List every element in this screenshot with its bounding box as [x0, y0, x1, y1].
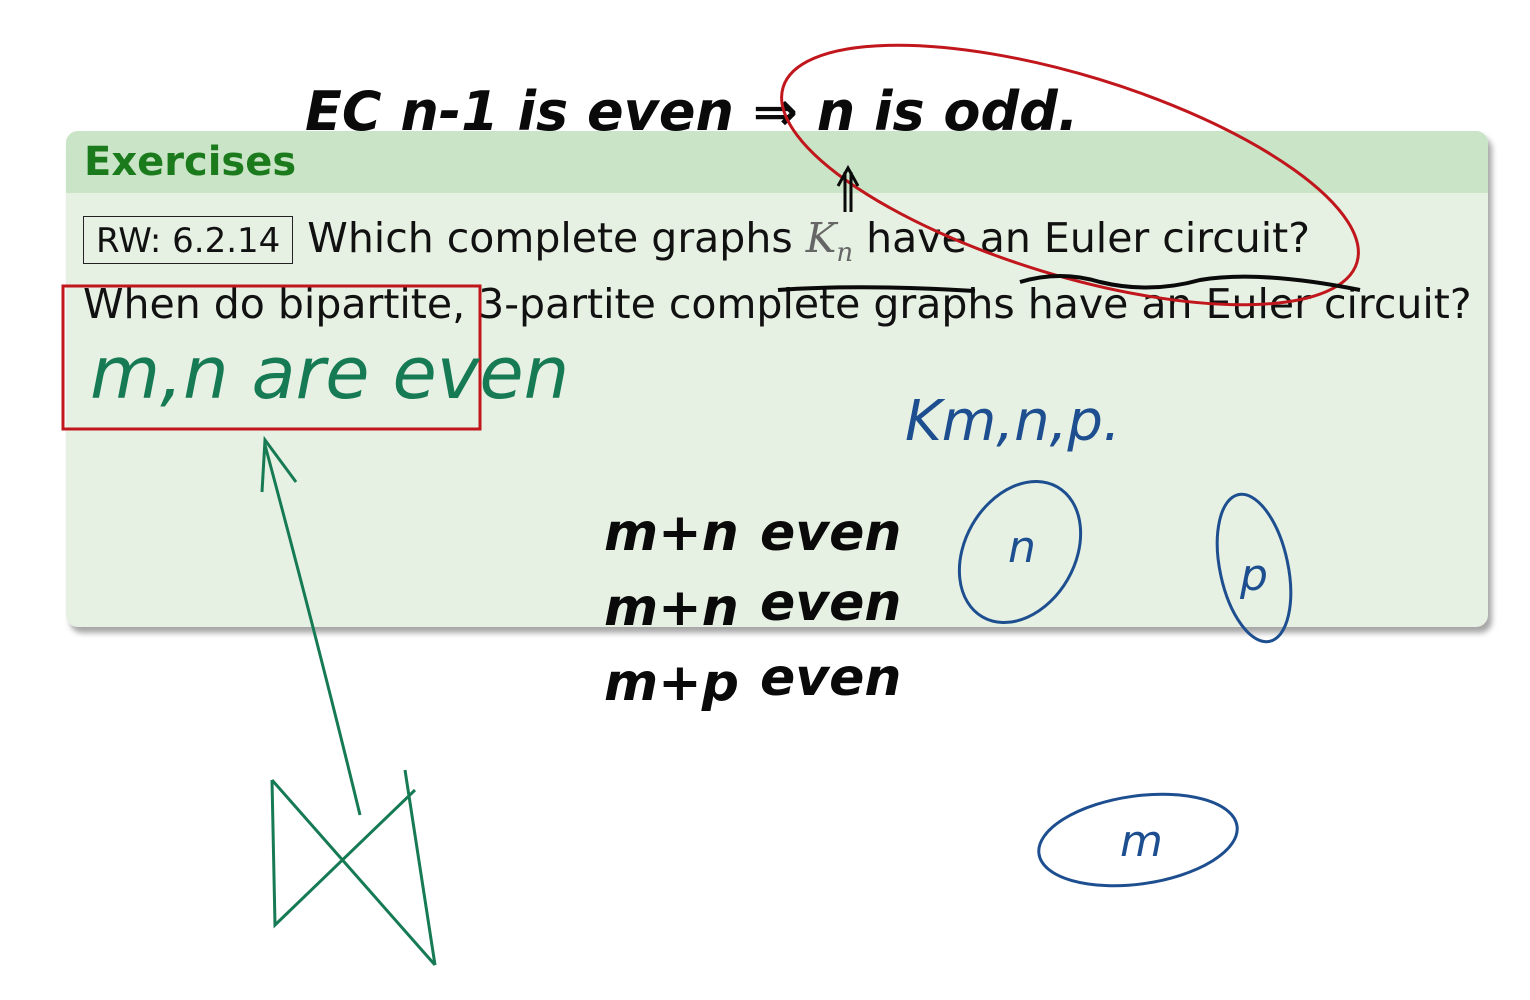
underline-2 — [1019, 274, 1361, 292]
up-arrow — [836, 164, 860, 212]
handwriting-layer: EC n-1 is even ⇒ n is odd. m,n are even … — [61, 43, 1361, 966]
condition-word-2: even — [760, 573, 901, 633]
condition-pair-1: m+n — [604, 503, 739, 563]
red-ellipse — [780, 43, 1360, 307]
condition-word-3: even — [760, 648, 901, 708]
bipartite-sketch — [270, 769, 437, 966]
top-note: EC n-1 is even ⇒ n is odd. — [305, 80, 1078, 143]
set-n-label: n — [1008, 522, 1036, 573]
condition-pair-3: m+p — [604, 653, 739, 713]
set-p-label: p — [1239, 550, 1268, 601]
green-note: m,n are even — [90, 331, 569, 415]
condition-word-1: even — [760, 503, 901, 563]
green-arrow — [260, 435, 362, 816]
underline-1 — [777, 285, 976, 293]
set-m-label: m — [1120, 816, 1163, 867]
blue-label: Km,n,p. — [905, 389, 1121, 454]
condition-pair-2: m+n — [604, 578, 739, 638]
